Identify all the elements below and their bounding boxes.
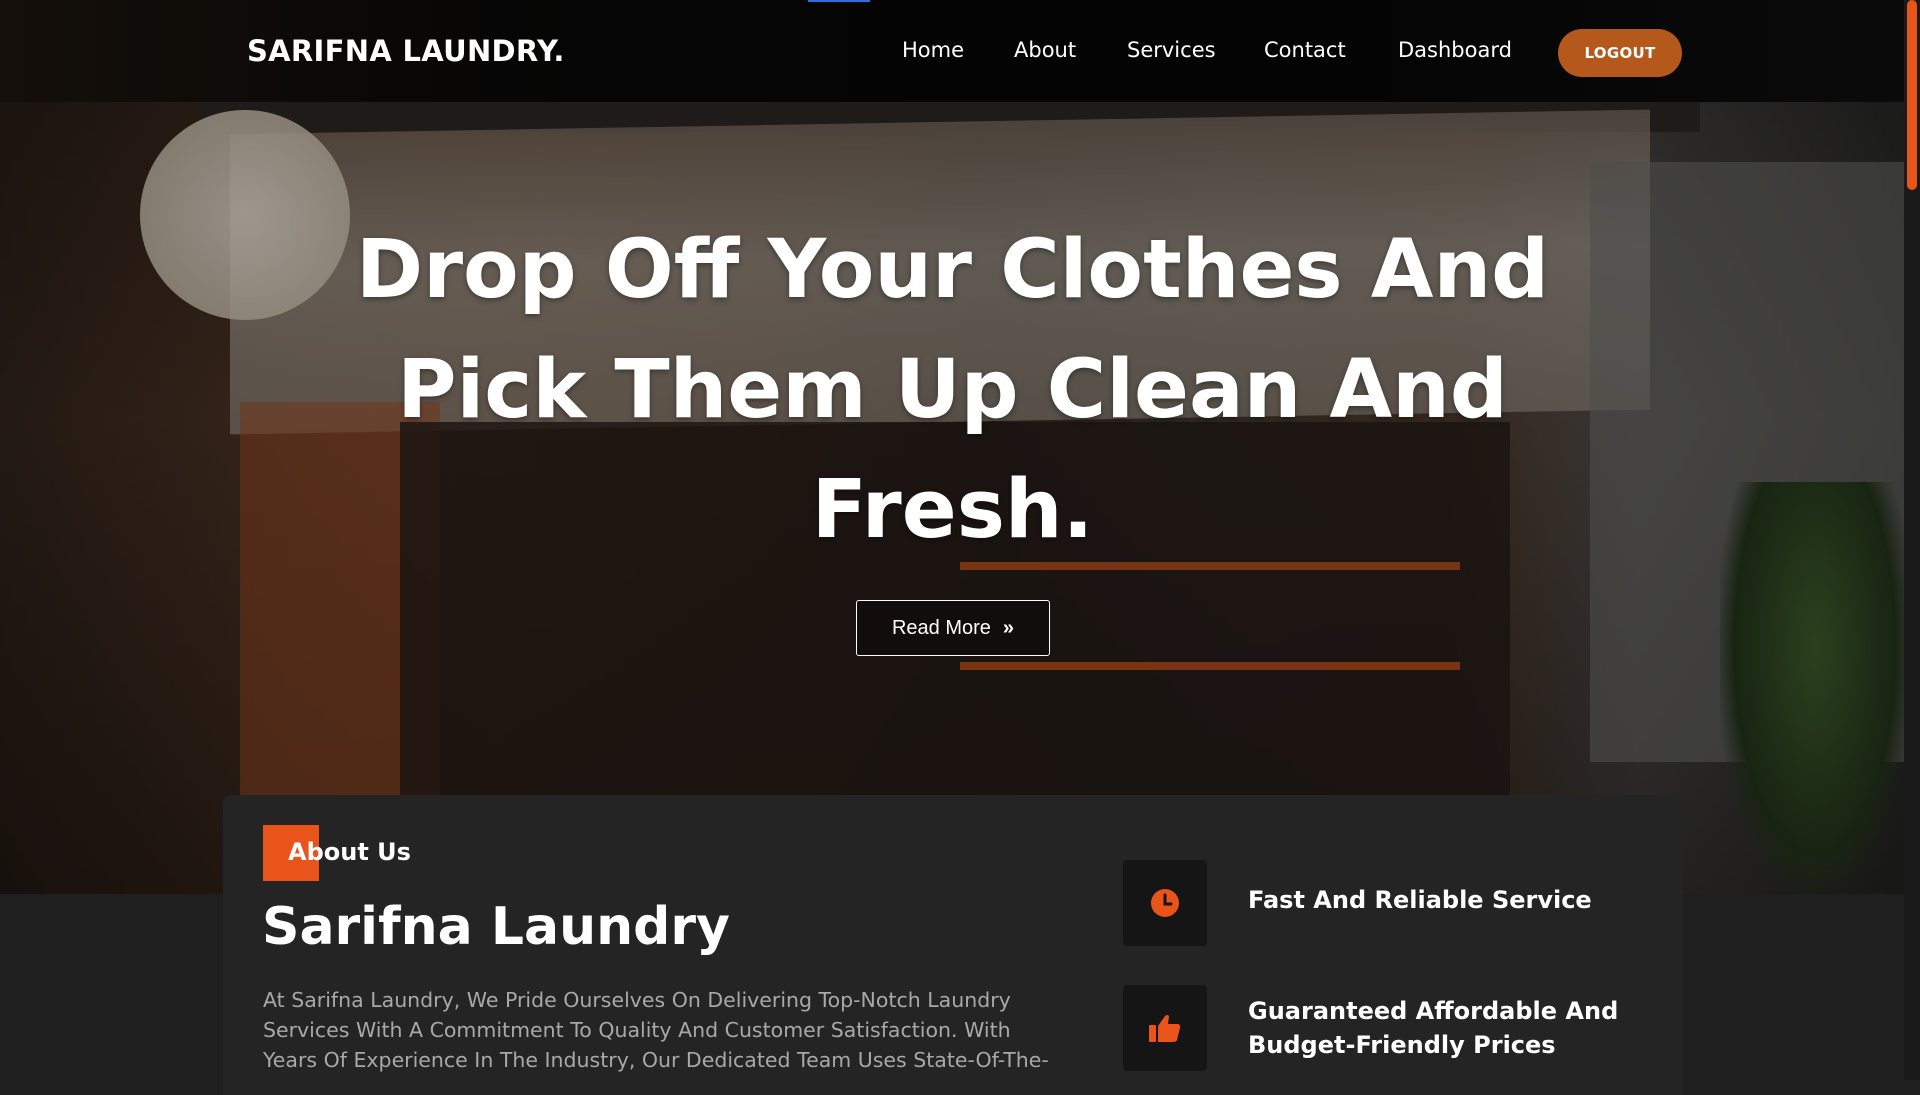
feature-icon-box bbox=[1123, 860, 1207, 946]
feature-text: Guaranteed Affordable And Budget-Friendl… bbox=[1248, 997, 1619, 1059]
thumbs-up-icon bbox=[1149, 1015, 1181, 1042]
clock-icon bbox=[1151, 889, 1179, 917]
scrollbar-thumb[interactable] bbox=[1907, 0, 1917, 190]
about-tag-label: About Us bbox=[288, 838, 411, 866]
about-title: Sarifna Laundry bbox=[262, 897, 730, 957]
read-more-label: Read More bbox=[891, 616, 991, 639]
nav-about[interactable]: About bbox=[1014, 38, 1076, 62]
nav-home[interactable]: Home bbox=[902, 38, 964, 62]
hero-title: Drop Off Your Clothes And Pick Them Up C… bbox=[355, 223, 1550, 557]
top-indicator bbox=[808, 0, 870, 2]
double-chevron-right-icon: » bbox=[1002, 616, 1015, 639]
about-description: At Sarifna Laundry, We Pride Ourselves O… bbox=[263, 988, 1049, 1072]
nav-contact[interactable]: Contact bbox=[1264, 38, 1346, 62]
feature-text: Fast And Reliable Service bbox=[1248, 886, 1592, 914]
nav-dashboard[interactable]: Dashboard bbox=[1398, 38, 1512, 62]
navbar: SARIFNA LAUNDRY. Home About Services Con… bbox=[0, 0, 1904, 102]
nav-services[interactable]: Services bbox=[1127, 38, 1216, 62]
read-more-button[interactable]: Read More » bbox=[856, 600, 1050, 656]
logout-button[interactable]: LOGOUT bbox=[1558, 29, 1682, 77]
brand-logo[interactable]: SARIFNA LAUNDRY. bbox=[247, 34, 565, 68]
about-card: About Us Sarifna Laundry At Sarifna Laun… bbox=[223, 795, 1683, 1095]
scrollbar[interactable] bbox=[1904, 0, 1920, 1080]
feature-icon-box bbox=[1123, 985, 1207, 1071]
hero-section: Drop Off Your Clothes And Pick Them Up C… bbox=[0, 102, 1904, 894]
